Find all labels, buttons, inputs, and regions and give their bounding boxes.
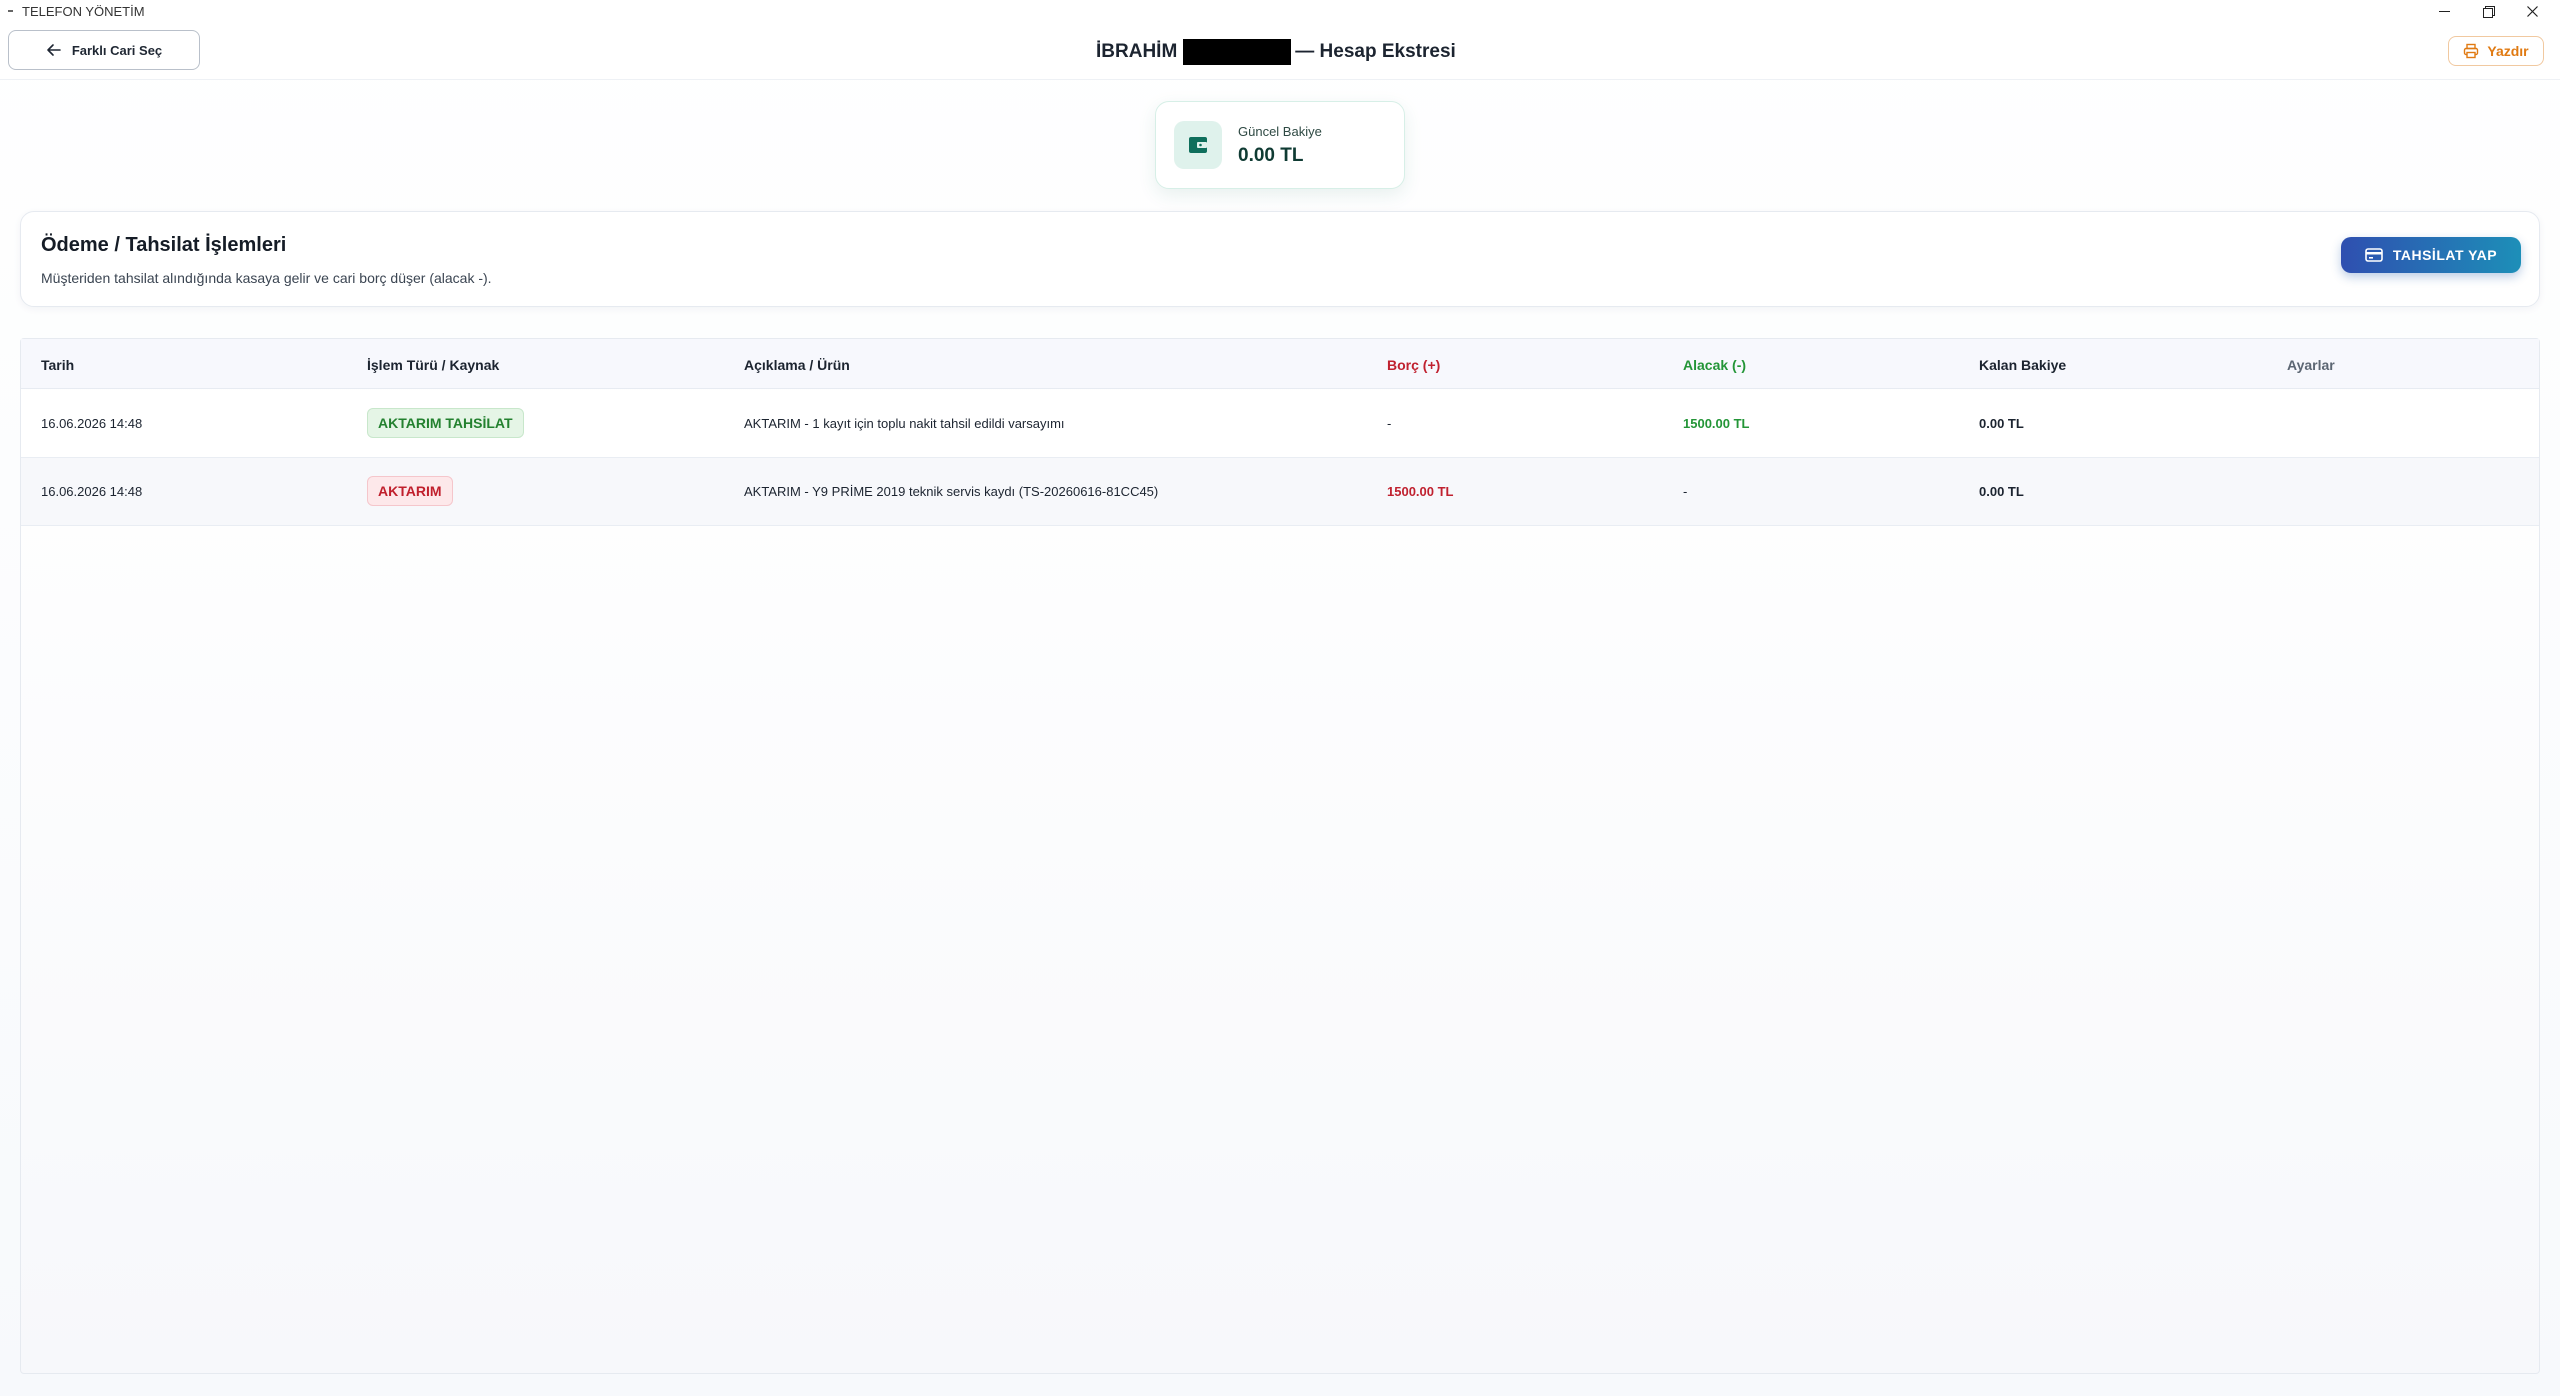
row-description: AKTARIM - Y9 PRİME 2019 teknik servis ka… (744, 484, 1159, 499)
column-header-debit: Borç (+) (1387, 357, 1441, 373)
balance-value: 0.00 TL (1238, 144, 1304, 166)
current-balance-card: Güncel Bakiye 0.00 TL (1155, 101, 1405, 189)
close-icon (2526, 5, 2538, 17)
table-row[interactable]: 16.06.2026 14:48 AKTARIM TAHSİLAT AKTARI… (21, 390, 2539, 458)
row-credit: 1500.00 TL (1683, 416, 1750, 431)
type-badge: AKTARIM (367, 476, 453, 506)
payment-operations-panel: Ödeme / Tahsilat İşlemleri Müşteriden ta… (20, 211, 2540, 307)
operations-description: Müşteriden tahsilat alındığında kasaya g… (41, 270, 492, 286)
statement-table: Tarih İşlem Türü / Kaynak Açıklama / Ürü… (20, 338, 2540, 1374)
card-icon (2365, 248, 2383, 262)
customer-name: İBRAHİM (1096, 41, 1178, 62)
restore-icon (2483, 6, 2495, 18)
wallet-icon-box (1174, 121, 1222, 169)
table-header: Tarih İşlem Türü / Kaynak Açıklama / Ürü… (21, 339, 2539, 389)
redacted-surname (1183, 39, 1292, 65)
printer-icon (2464, 43, 2479, 59)
row-description: AKTARIM - 1 kayıt için toplu nakit tahsi… (744, 416, 1065, 431)
wallet-icon (1189, 137, 1207, 153)
window-title: TELEFON YÖNETİM (22, 3, 145, 19)
operations-title: Ödeme / Tahsilat İşlemleri (41, 234, 287, 256)
column-header-credit: Alacak (-) (1683, 357, 1747, 373)
make-collection-label: TAHSİLAT YAP (2392, 247, 2498, 263)
column-header-type: İşlem Türü / Kaynak (367, 357, 500, 373)
print-label: Yazdır (2487, 43, 2529, 59)
app-icon (8, 10, 13, 12)
row-date: 16.06.2026 14:48 (41, 484, 143, 499)
column-header-description: Açıklama / Ürün (744, 357, 850, 373)
column-header-settings: Ayarlar (2287, 357, 2335, 373)
close-button[interactable] (2510, 0, 2554, 22)
row-type: AKTARIM (367, 476, 453, 506)
table-row[interactable]: 16.06.2026 14:48 AKTARIM AKTARIM - Y9 PR… (21, 458, 2539, 526)
select-other-account-label: Farklı Cari Seç (71, 42, 163, 58)
type-badge: AKTARIM TAHSİLAT (367, 408, 524, 438)
select-other-account-button[interactable]: Farklı Cari Seç (8, 30, 200, 70)
row-date: 16.06.2026 14:48 (41, 416, 143, 431)
page-title-suffix: — Hesap Ekstresi (1295, 41, 1456, 62)
app-window: TELEFON YÖNETİM Farklı Cari Seç İBRAHİM … (0, 0, 2560, 1396)
column-header-date: Tarih (41, 357, 75, 373)
minimize-button[interactable] (2422, 0, 2466, 22)
row-credit: - (1683, 484, 1688, 499)
make-collection-button[interactable]: TAHSİLAT YAP (2341, 237, 2521, 273)
print-button[interactable]: Yazdır (2448, 36, 2544, 66)
arrow-left-icon (47, 44, 61, 56)
page-title: İBRAHİM — Hesap Ekstresi (1096, 38, 1456, 66)
page-header: Farklı Cari Seç İBRAHİM — Hesap Ekstresi… (0, 22, 2560, 80)
title-bar: TELEFON YÖNETİM (0, 0, 2560, 22)
row-debit: 1500.00 TL (1387, 484, 1454, 499)
balance-label: Güncel Bakiye (1238, 123, 1322, 139)
row-type: AKTARIM TAHSİLAT (367, 408, 524, 438)
row-debit: - (1387, 416, 1392, 431)
minimize-icon (2438, 10, 2450, 12)
row-remaining-balance: 0.00 TL (1979, 416, 2024, 431)
row-remaining-balance: 0.00 TL (1979, 484, 2024, 499)
restore-button[interactable] (2466, 0, 2510, 22)
column-header-remaining-balance: Kalan Bakiye (1979, 357, 2067, 373)
